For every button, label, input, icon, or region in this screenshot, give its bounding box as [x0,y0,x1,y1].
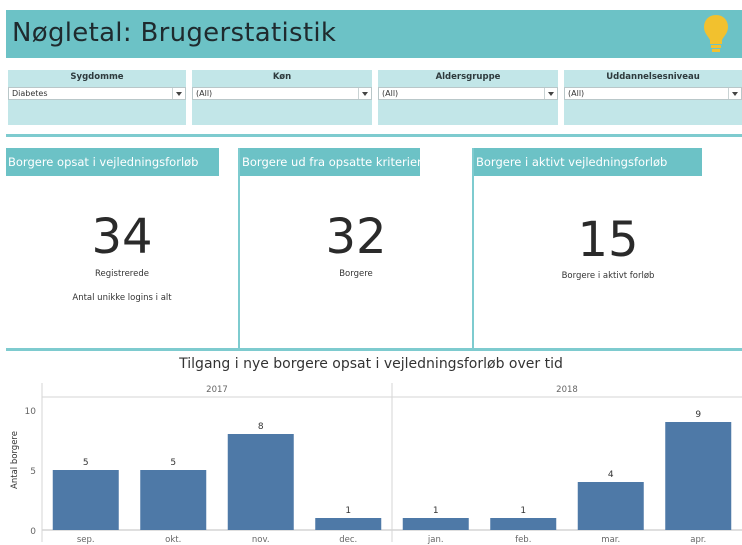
kpi-card-kriterier: Borgere ud fra opsatte kriterier 32 Borg… [240,148,472,348]
chevron-down-icon[interactable] [358,88,371,99]
kpi-value: 32 [325,209,387,265]
bar [52,470,119,530]
bar-value-label: 8 [258,422,264,432]
bar-value-label: 5 [170,458,176,468]
kpi-card-aktivt: Borgere i aktivt vejledningsforløb 15 Bo… [474,148,742,348]
bar-value-label: 1 [433,506,439,516]
bar [227,434,294,530]
bar-value-label: 1 [345,506,351,516]
section-divider [6,348,742,351]
chevron-down-icon[interactable] [544,88,557,99]
section-divider [6,134,742,137]
kpi-value: 34 [91,209,153,265]
bar-chart: 0 5 10 Antal borgere 2017 5 sep. 5 okt. 8 nov. 1 dec… [10,383,742,545]
bar [665,422,732,530]
bar [315,518,382,530]
filter-label: Køn [272,72,292,82]
card-title: Borgere ud fra opsatte kriterier [240,148,420,176]
bar-value-label: 1 [520,506,526,516]
dropdown-value: (All) [196,89,213,98]
dashboard-header: Nøgletal: Brugerstatistik [6,10,742,58]
bar [577,482,644,530]
chevron-down-icon[interactable] [728,88,741,99]
kpi-caption: Registrerede [95,269,149,279]
chevron-down-icon[interactable] [172,88,185,99]
koen-dropdown[interactable]: (All) [192,87,372,100]
aldersgruppe-dropdown[interactable]: (All) [378,87,558,100]
x-tick-label: apr. [690,535,706,545]
bar [140,470,207,530]
kpi-caption: Borgere i aktivt forløb [561,271,655,281]
x-tick-label: nov. [252,535,270,545]
filter-label: Sygdomme [70,72,124,82]
x-tick-label: feb. [515,535,531,545]
filter-label: Aldersgruppe [435,72,501,82]
filter-label: Uddannelsesniveau [606,72,700,82]
kpi-caption: Borgere [339,269,373,279]
panel-year-label: 2018 [556,385,578,395]
panel-year-label: 2017 [206,385,228,395]
x-tick-label: mar. [601,535,620,545]
kpi-card-opsat: Borgere opsat i vejledningsforløb 34 Reg… [6,148,238,348]
card-title: Borgere opsat i vejledningsforløb [6,148,219,176]
sygdomme-dropdown[interactable]: Diabetes [8,87,186,100]
dropdown-value: (All) [382,89,399,98]
page-title: Nøgletal: Brugerstatistik [12,18,337,48]
x-tick-label: jan. [427,535,444,545]
bar-value-label: 9 [695,410,701,420]
uddannelsesniveau-dropdown[interactable]: (All) [564,87,742,100]
x-tick-label: sep. [77,535,95,545]
x-tick-label: okt. [165,535,181,545]
lightbulb-icon[interactable] [702,13,730,55]
bar [490,518,557,530]
y-axis-label: Antal borgere [10,431,20,489]
card-title: Borgere i aktivt vejledningsforløb [474,148,702,176]
filter-aldersgruppe: Aldersgruppe (All) [378,70,558,125]
filter-sygdomme: Sygdomme Diabetes [8,70,186,125]
kpi-note: Antal unikke logins i alt [72,293,172,303]
y-tick-label: 5 [30,467,36,477]
bar-value-label: 5 [83,458,89,468]
bar [402,518,469,530]
chart-title: Tilgang i nye borgere opsat i vejledning… [179,356,563,372]
bar-value-label: 4 [608,470,614,480]
dropdown-value: (All) [568,89,585,98]
kpi-value: 15 [577,212,639,268]
dropdown-value: Diabetes [12,89,48,98]
filter-koen: Køn (All) [192,70,372,125]
y-tick-label: 10 [25,407,37,417]
y-tick-label: 0 [30,527,36,537]
x-tick-label: dec. [339,535,357,545]
filter-uddannelsesniveau: Uddannelsesniveau (All) [564,70,742,125]
